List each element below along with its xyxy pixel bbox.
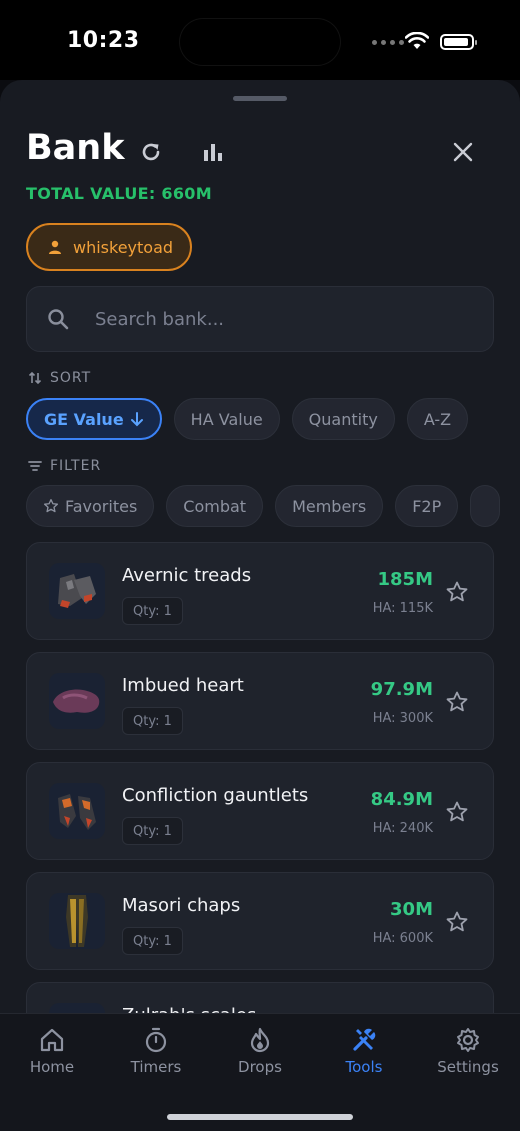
bar-chart-icon: [204, 144, 222, 161]
tab-timers[interactable]: Timers: [104, 1026, 208, 1076]
favorite-star-icon[interactable]: [445, 690, 469, 714]
item-card[interactable]: Imbued heart Qty: 1 97.9M HA: 300K: [26, 652, 494, 750]
home-icon: [40, 1028, 64, 1052]
search-icon: [48, 309, 69, 330]
sort-label: SORT: [50, 370, 92, 386]
filter-icon: [28, 461, 42, 471]
item-ge-value: 185M: [377, 569, 434, 590]
bank-item-list: Avernic treads Qty: 1 185M HA: 115K Imbu…: [26, 542, 494, 1092]
refresh-icon: [142, 143, 160, 161]
dynamic-island: [179, 18, 341, 66]
item-thumbnail: [49, 673, 105, 729]
sort-options: GE Value HA Value Quantity A-Z: [26, 398, 469, 440]
item-thumbnail: [49, 893, 105, 949]
item-card[interactable]: Avernic treads Qty: 1 185M HA: 115K: [26, 542, 494, 640]
item-quantity: Qty: 1: [122, 927, 183, 955]
sort-section-label: SORT: [28, 370, 91, 386]
bank-sheet: Bank TOTAL VALUE: 660M whiskeytoad Searc…: [0, 80, 520, 1131]
filter-chip-label: Combat: [183, 496, 247, 516]
home-indicator[interactable]: [167, 1114, 353, 1120]
tab-tools[interactable]: Tools: [312, 1026, 416, 1076]
filter-chip-combat[interactable]: Combat: [166, 485, 264, 527]
item-quantity: Qty: 1: [122, 707, 183, 735]
wifi-icon: [405, 32, 429, 49]
filter-label: FILTER: [50, 458, 102, 474]
filter-chip-favorites[interactable]: Favorites: [26, 485, 155, 527]
filter-chip-members[interactable]: Members: [275, 485, 384, 527]
item-thumbnail: [49, 563, 105, 619]
status-bar: 10:23: [0, 0, 520, 80]
sort-chip-ha-value[interactable]: HA Value: [173, 398, 280, 440]
account-name: whiskeytoad: [73, 237, 174, 257]
filter-chip-label: Favorites: [65, 496, 138, 516]
item-ha-value: HA: 240K: [372, 821, 433, 836]
flame-icon: [250, 1027, 270, 1053]
tab-label: Settings: [437, 1058, 499, 1076]
cellular-signal-icon: [372, 40, 404, 45]
sort-chip-label: GE Value: [44, 409, 124, 429]
boots-icon: [58, 574, 96, 608]
tab-label: Drops: [238, 1058, 282, 1076]
item-ge-value: 30M: [390, 899, 433, 920]
item-name: Imbued heart: [122, 675, 244, 696]
sort-chip-ge-value[interactable]: GE Value: [26, 398, 162, 440]
item-quantity: Qty: 1: [122, 597, 183, 625]
tools-icon: [353, 1028, 376, 1051]
item-card[interactable]: Confliction gauntlets Qty: 1 84.9M HA: 2…: [26, 762, 494, 860]
chaps-icon: [66, 895, 88, 947]
tab-label: Timers: [130, 1058, 182, 1076]
sort-arrows-icon: [28, 371, 42, 385]
person-icon: [49, 240, 61, 254]
stats-button[interactable]: [199, 138, 227, 166]
item-ha-value: HA: 115K: [372, 601, 433, 616]
stopwatch-icon: [145, 1027, 167, 1053]
star-outline-icon: [44, 499, 58, 513]
total-value: TOTAL VALUE: 660M: [26, 184, 212, 203]
filter-chip-label: F2P: [412, 496, 442, 516]
item-thumbnail: [49, 783, 105, 839]
account-chip[interactable]: whiskeytoad: [26, 223, 192, 271]
sort-chip-label: A-Z: [423, 409, 452, 429]
item-ha-value: HA: 600K: [372, 931, 433, 946]
filter-section-label: FILTER: [28, 458, 101, 474]
filter-chip-more[interactable]: [470, 485, 501, 527]
battery-icon: [440, 34, 477, 50]
sort-chip-label: Quantity: [308, 409, 378, 429]
item-quantity: Qty: 1: [122, 817, 183, 845]
filter-options: Favorites Combat Members F2P: [26, 485, 501, 527]
status-time: 10:23: [67, 28, 140, 53]
favorite-star-icon[interactable]: [445, 800, 469, 824]
item-ge-value: 97.9M: [370, 679, 433, 700]
tab-home[interactable]: Home: [0, 1026, 104, 1076]
item-name: Avernic treads: [122, 565, 252, 586]
favorite-star-icon[interactable]: [445, 580, 469, 604]
gauntlets-icon: [58, 794, 96, 830]
filter-chip-f2p[interactable]: F2P: [395, 485, 459, 527]
search-bar[interactable]: [26, 286, 494, 352]
page-title: Bank: [26, 128, 125, 168]
item-ha-value: HA: 300K: [372, 711, 433, 726]
favorite-star-icon[interactable]: [445, 910, 469, 934]
tab-drops[interactable]: Drops: [208, 1026, 312, 1076]
tab-label: Home: [29, 1058, 75, 1076]
sort-chip-quantity[interactable]: Quantity: [291, 398, 395, 440]
heart-item-icon: [53, 689, 100, 713]
item-ge-value: 84.9M: [370, 789, 433, 810]
tab-label: Tools: [345, 1058, 383, 1076]
tab-bar: Home Timers Drops Tools Settings: [0, 1013, 520, 1131]
arrow-down-icon: [130, 412, 143, 427]
item-card[interactable]: Masori chaps Qty: 1 30M HA: 600K: [26, 872, 494, 970]
refresh-button[interactable]: [137, 138, 165, 166]
item-name: Confliction gauntlets: [122, 785, 309, 806]
filter-chip-label: Members: [292, 496, 367, 516]
sort-chip-label: HA Value: [190, 409, 263, 429]
gear-icon: [457, 1028, 479, 1052]
sort-chip-a-z[interactable]: A-Z: [406, 398, 469, 440]
tab-settings[interactable]: Settings: [416, 1026, 520, 1076]
sheet-grabber[interactable]: [233, 96, 287, 101]
item-name: Masori chaps: [122, 895, 241, 916]
search-input[interactable]: [95, 308, 455, 330]
close-icon: [453, 142, 473, 162]
close-button[interactable]: [449, 138, 477, 166]
